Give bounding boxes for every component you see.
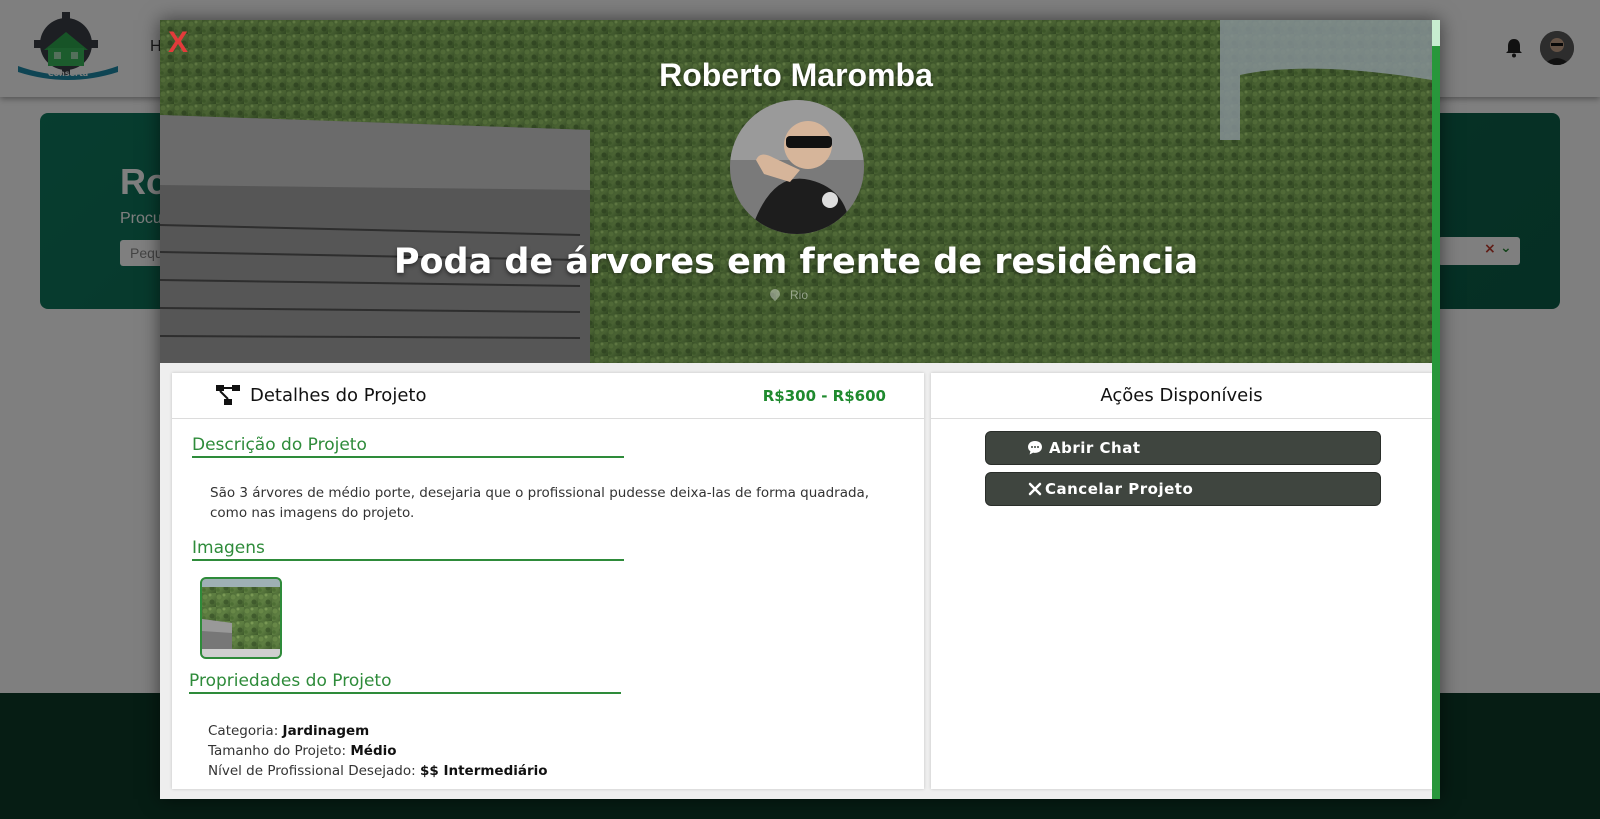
actions-panel: Ações Disponíveis Abrir Chat Cancelar Pr… (931, 373, 1432, 789)
project-cover: X Roberto Maromba Poda de árvores em fre… (160, 20, 1432, 363)
details-header: Detalhes do Projeto R$300 - R$600 (172, 373, 924, 419)
modal-scrollbar[interactable] (1432, 20, 1440, 799)
location-pin-icon (767, 286, 783, 302)
sitemap-icon (216, 385, 240, 405)
project-details-panel: Detalhes do Projeto R$300 - R$600 Descri… (172, 373, 924, 789)
description-section-title: Descrição do Projeto (192, 435, 624, 458)
project-description: São 3 árvores de médio porte, desejaria … (210, 485, 870, 521)
project-modal: X Roberto Maromba Poda de árvores em fre… (160, 20, 1440, 799)
cancel-project-button[interactable]: Cancelar Projeto (985, 472, 1381, 506)
details-title: Detalhes do Projeto (250, 385, 427, 406)
close-icon (1028, 482, 1042, 496)
actions-title: Ações Disponíveis (1100, 385, 1263, 406)
close-modal-button[interactable]: X (168, 26, 188, 60)
price-range: R$300 - R$600 (762, 387, 886, 405)
owner-name: Roberto Maromba (659, 57, 933, 93)
images-section-title: Imagens (192, 538, 624, 561)
property-category: Categoria: Jardinagem (208, 723, 370, 739)
project-title: Poda de árvores em frente de residência (393, 242, 1199, 282)
project-image-thumbnail[interactable] (200, 577, 282, 659)
owner-avatar (730, 100, 864, 234)
cancel-project-label: Cancelar Projeto (1045, 480, 1194, 498)
scrollbar-thumb[interactable] (1432, 20, 1440, 46)
location-text: Rio (790, 288, 809, 302)
project-location: Rio (767, 286, 809, 302)
project-properties: Categoria: Jardinagem Tamanho do Projeto… (208, 721, 548, 781)
property-size: Tamanho do Projeto: Médio (208, 743, 397, 759)
property-level: Nível de Profissional Desejado: $$ Inter… (208, 763, 548, 779)
chat-bubble-icon (1028, 441, 1042, 455)
open-chat-button[interactable]: Abrir Chat (985, 431, 1381, 465)
properties-section-title: Propriedades do Projeto (189, 671, 621, 694)
actions-header: Ações Disponíveis (931, 373, 1432, 419)
open-chat-label: Abrir Chat (1049, 439, 1141, 457)
